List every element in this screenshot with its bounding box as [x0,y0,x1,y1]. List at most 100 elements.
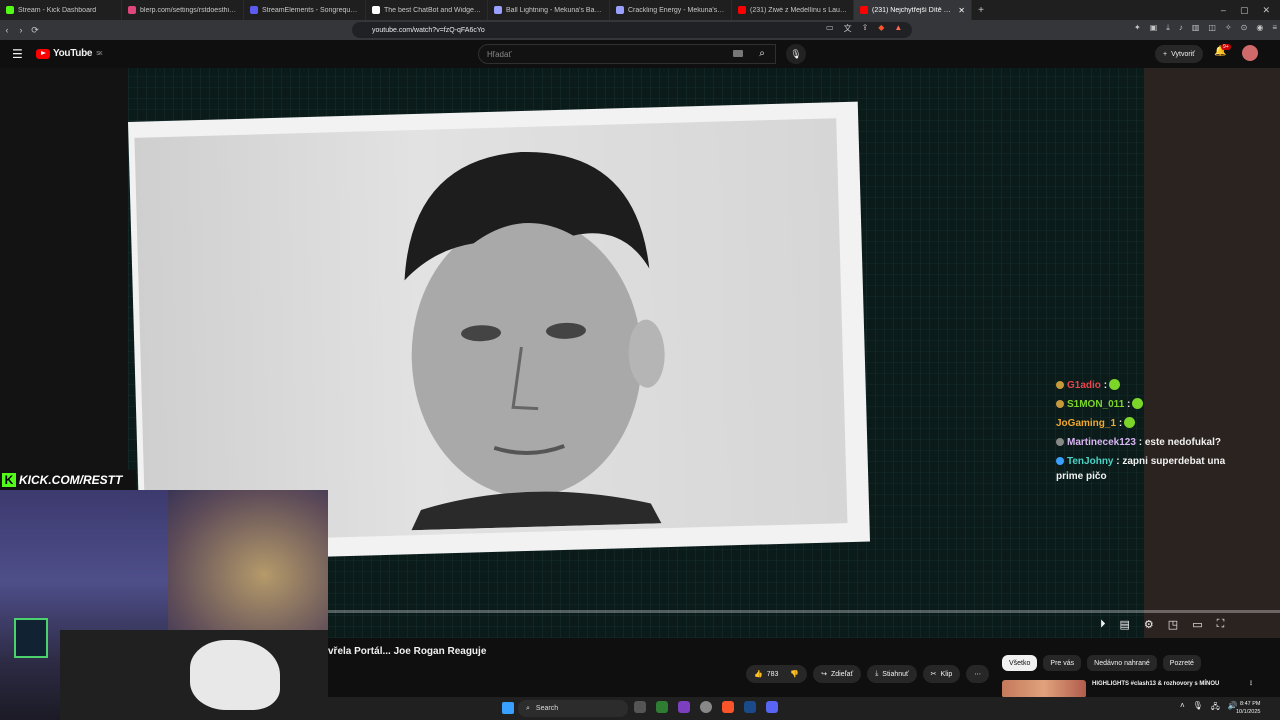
subtitles-icon[interactable]: ▤ [1120,618,1130,631]
miniplayer-icon[interactable]: ◳ [1168,618,1178,631]
leo-icon[interactable]: ✧ [1225,23,1232,33]
emote-icon [1132,398,1144,409]
like-count: 783 [766,670,779,678]
profile-icon[interactable]: ◉ [1256,23,1263,33]
more-vert-icon[interactable]: ⋮ [1248,680,1254,698]
extension-icon[interactable]: ✦ [1134,23,1141,33]
wallet-icon[interactable]: ▣ [1150,23,1158,33]
search-placeholder: Hľadať [487,50,512,59]
webcam-overlay [0,490,328,720]
brave-icon[interactable] [722,701,734,713]
browser-tab[interactable]: (231) Žiwé z Medellínu s Laurou. Kolu [732,0,854,20]
obs-icon[interactable] [678,701,690,713]
browser-tab[interactable]: Stream - Kick Dashboard [0,0,122,20]
chip-watched[interactable]: Pozreté [1162,655,1201,671]
split-view-icon[interactable]: ◫ [1208,23,1216,33]
youtube-play-icon [36,48,50,59]
address-bar-row: ‹ › ⟳ youtube.com/watch?v=fzQ-qFA6cYo ▭ … [0,20,1280,40]
cast-icon[interactable]: ▭ [826,23,834,34]
download-icon[interactable]: ⤓ [1166,23,1170,33]
stream-chat-overlay: G1adio : S1MON_011 : JoGaming_1 : Martin… [1056,378,1234,488]
share-arrow-icon: ↪ [821,671,827,678]
window-controls: – ▢ ✕ [1221,5,1280,16]
more-icon: ⋯ [974,671,982,678]
fullscreen-icon[interactable]: ⛶ [1217,618,1225,631]
notifications-button[interactable]: 🔔 9+ [1214,44,1231,57]
new-tab-button[interactable]: + [972,5,990,16]
download-button[interactable]: ⤓ Stiahnuť [867,665,917,683]
steam-icon[interactable] [744,701,756,713]
discord-icon[interactable] [766,701,778,713]
youtube-header: ☰ YouTube SK Hľadať ⌕ 🎙 + Vytvoriť 🔔 9+ [0,40,1280,68]
browser-tab[interactable]: blerp.com/settings/rstdoesthings [122,0,244,20]
browser-tab[interactable]: Ball Lightning - Mekuna's Ballkuna [488,0,610,20]
share-button[interactable]: ↪ Zdieľať [813,665,862,683]
youtube-logo[interactable]: YouTube SK [36,48,103,59]
vpn-icon[interactable]: ⊙ [1241,23,1248,33]
translate-icon[interactable]: 文 [844,23,852,34]
autoplay-toggle-icon[interactable]: ⏵ [1100,618,1106,631]
like-icon[interactable]: 👍 [754,670,763,678]
back-icon[interactable]: ‹ [0,25,14,35]
create-button[interactable]: + Vytvoriť [1155,45,1203,63]
plus-icon: + [1163,50,1168,58]
brave-rewards-icon[interactable]: ▲ [894,23,902,34]
brave-shield-icon[interactable]: ◆ [878,23,884,34]
hamburger-menu-icon[interactable]: ☰ [12,47,23,61]
dislike-icon[interactable]: 👎 [790,670,799,678]
chip-all[interactable]: Všetko [1002,655,1038,671]
clip-button[interactable]: ✂ Klip [922,665,961,683]
chip-for-you[interactable]: Pre vás [1043,655,1082,671]
theater-mode-icon[interactable]: ▭ [1192,618,1202,631]
voice-search-button[interactable]: 🎙 [786,44,806,64]
chip-recently-uploaded[interactable]: Nedávno nahrané [1087,655,1157,671]
sidebar-icon[interactable]: ▥ [1192,23,1200,33]
region-code: SK [96,50,103,57]
mic-icon: 🎙 [790,49,802,59]
close-tab-icon[interactable]: ✕ [958,6,965,15]
recommendation-title[interactable]: HIGHLIGHTS #clash13 & rozhovory s MÍNOU [1092,680,1242,698]
xbox-icon[interactable] [656,701,668,713]
browser-tab[interactable]: StreamElements - Songrequest [244,0,366,20]
chat-username: S1MON_011 [1067,399,1125,410]
chat-message: JoGaming_1 : [1056,416,1234,431]
time: 8:47 PM [1239,701,1261,707]
chrome-icon[interactable] [700,701,712,713]
maximize-icon[interactable]: ▢ [1240,5,1249,16]
browser-tab[interactable]: The best ChatBot and Widgets for K [366,0,488,20]
browser-tab[interactable]: (231) Nejchytřejší Dítě Světa Tvr ✕ [854,0,972,20]
taskbar-search[interactable]: ⌕ Search [518,700,628,717]
avatar[interactable] [1242,45,1258,61]
windows-start-icon[interactable] [502,702,514,714]
taskbar-search-label: Search [535,705,559,712]
forward-icon[interactable]: › [14,25,28,35]
tray-chevron-icon[interactable]: ˄ [1180,701,1185,715]
reload-icon[interactable]: ⟳ [28,25,42,36]
tab-title: The best ChatBot and Widgets for K [384,6,481,14]
taskbar-clock[interactable]: 8:47 PM 10/1/2025 [1236,700,1260,716]
download-arrow-icon: ⤓ [875,670,879,677]
browser-tab-bar: Stream - Kick Dashboard blerp.com/setting… [0,0,1280,20]
keyboard-icon[interactable] [733,50,743,57]
close-window-icon[interactable]: ✕ [1262,5,1270,16]
menu-icon[interactable]: ≡ [1272,23,1277,33]
video-progress-bar[interactable] [328,610,1280,613]
search-icon: ⌕ [526,704,530,712]
music-icon[interactable]: ♪ [1179,23,1183,33]
network-icon[interactable]: 🖧 [1211,701,1220,715]
minimize-icon[interactable]: – [1221,5,1226,16]
mic-tray-icon[interactable]: 🎙 [1193,701,1203,715]
right-margin [1144,68,1280,638]
browser-tab[interactable]: Crackling Energy - Mekuna's Crackun [610,0,732,20]
recommendation-thumbnail[interactable] [1002,680,1086,698]
portrait-illustration [404,152,665,531]
emote-icon [1124,417,1136,428]
share-icon[interactable]: ⇪ [862,23,869,34]
file-explorer-icon[interactable] [634,701,646,713]
more-actions-button[interactable]: ⋯ [966,665,990,683]
settings-icon[interactable]: ⚙ [1144,618,1154,631]
search-input[interactable]: Hľadať [478,44,776,64]
search-button[interactable]: ⌕ [748,44,776,64]
scissors-icon: ✂ [930,671,937,678]
recommendation-item[interactable]: HIGHLIGHTS #clash13 & rozhovory s MÍNOU … [1002,680,1262,698]
